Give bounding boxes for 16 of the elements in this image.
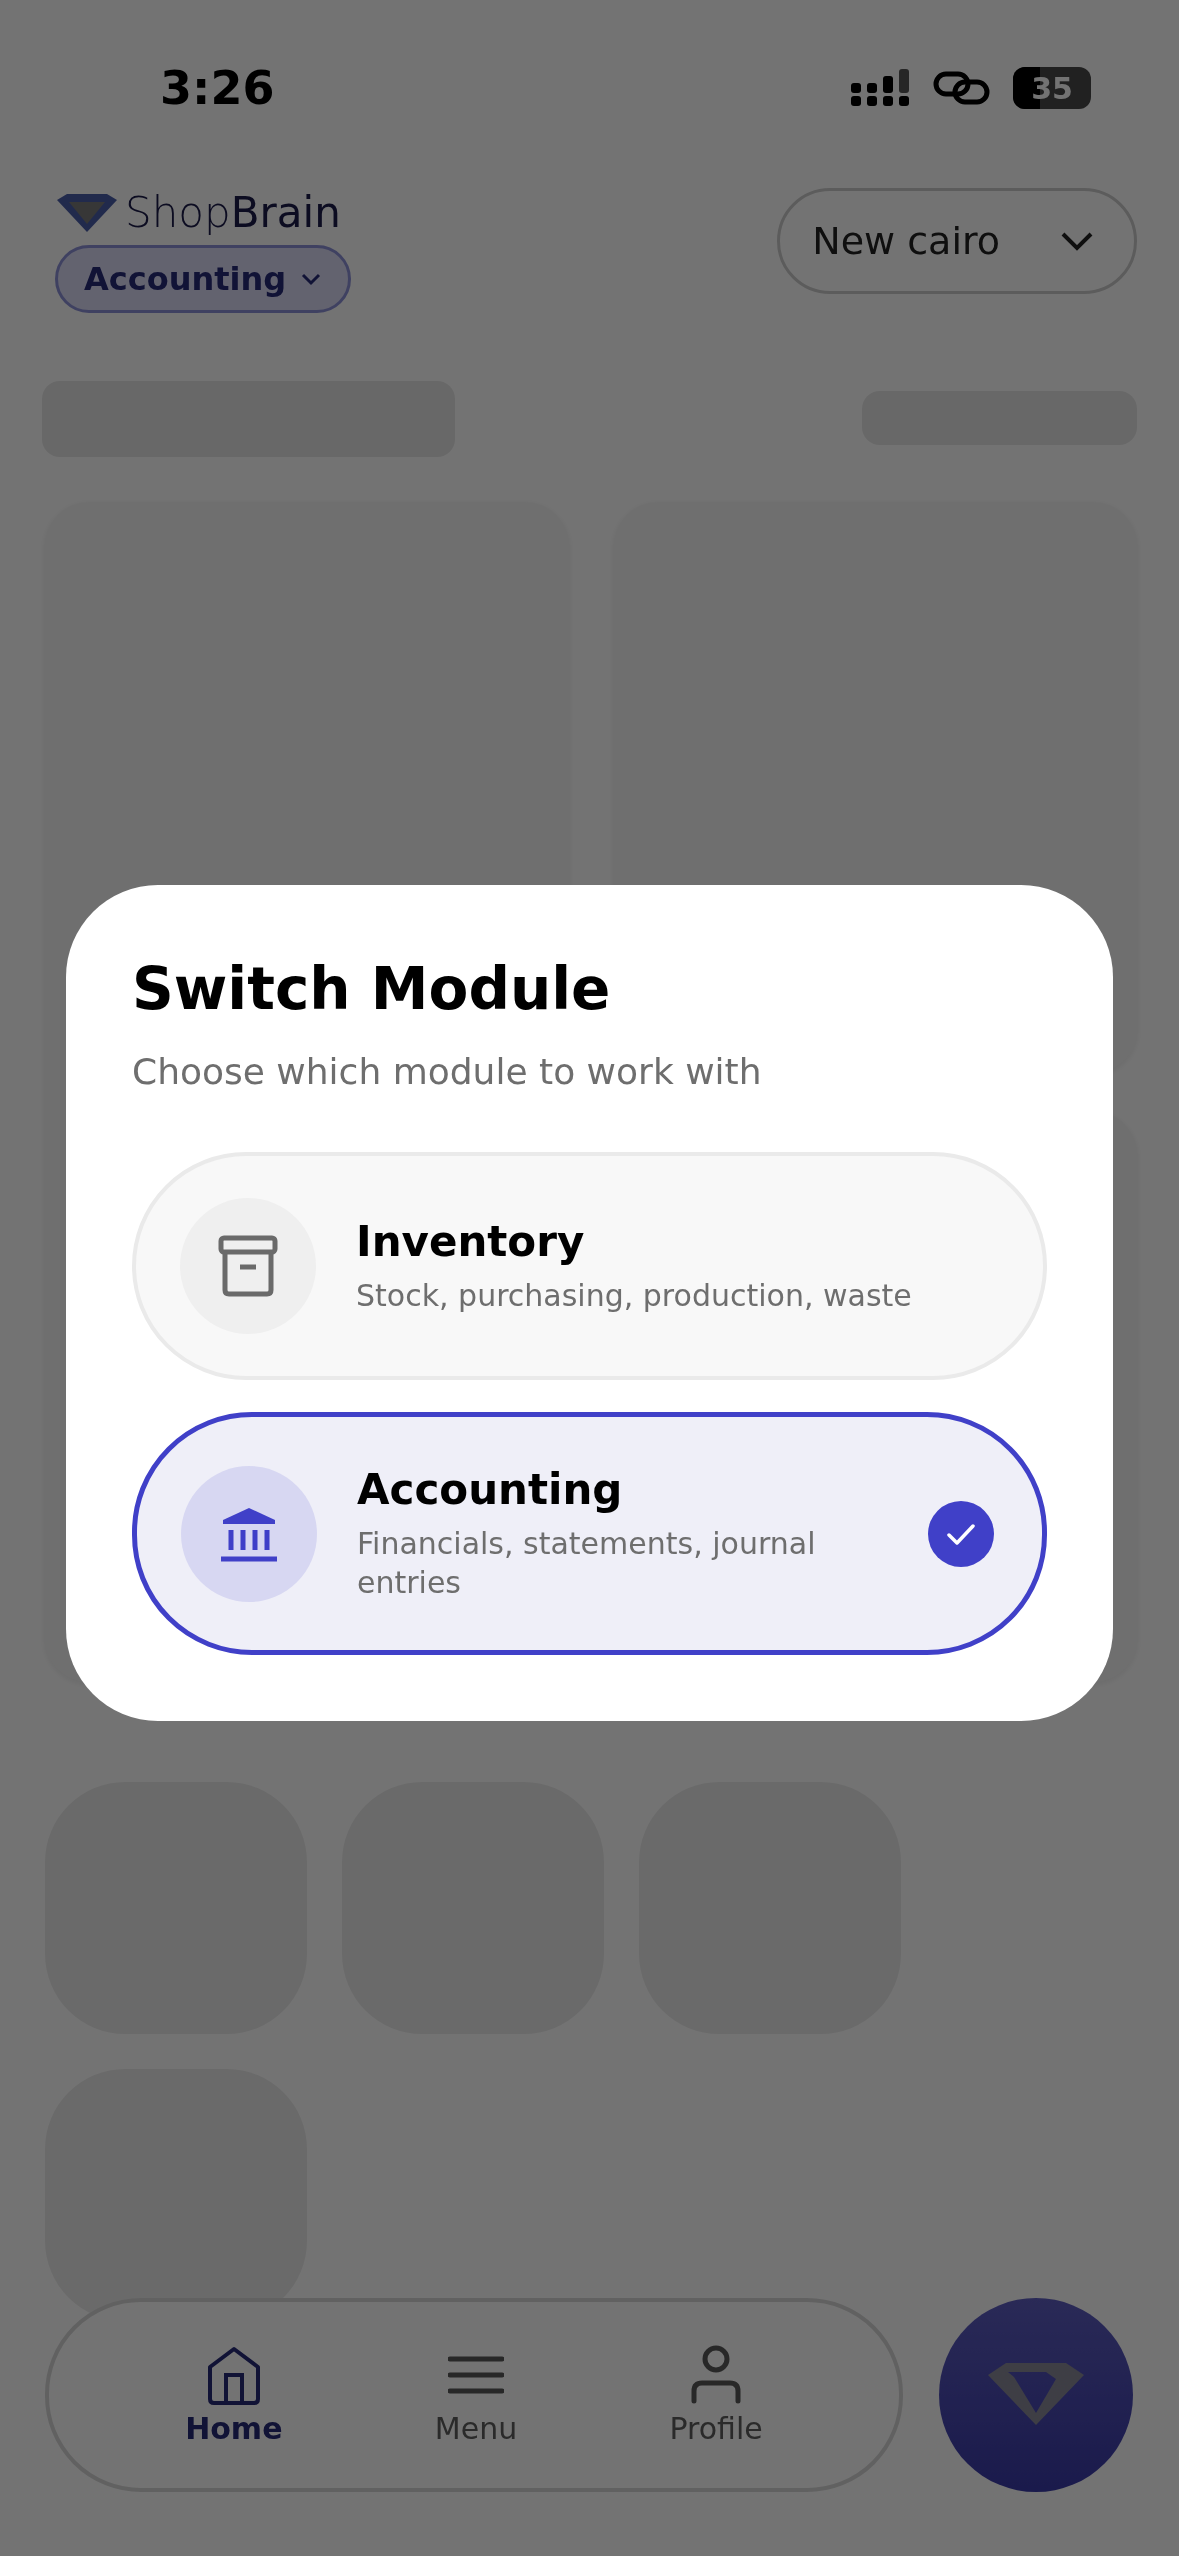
nav-tab[interactable]: Home — [179, 2343, 289, 2447]
app-logo: ShopBrain — [125, 188, 341, 237]
module-dropdown[interactable]: Accounting — [55, 245, 352, 313]
battery-indicator: 35 — [1013, 67, 1091, 109]
dialog-subtitle: Choose which module to work with — [132, 1051, 763, 1092]
dialog-title: Switch Module — [132, 955, 612, 1023]
status-time: 3:26 — [160, 61, 275, 115]
branch-dropdown[interactable]: New cairo — [777, 188, 1137, 294]
option-description: Financials, statements, journal entries — [357, 1525, 817, 1602]
nav-tab[interactable]: Menu — [428, 2343, 524, 2447]
nav-tab[interactable]: Profile — [663, 2343, 769, 2447]
module-option[interactable]: Inventory Stock, purchasing, production, waste — [132, 1152, 1047, 1380]
option-title: Inventory — [356, 1217, 586, 1266]
module-option[interactable]: Accounting Financials, statements, journal entries — [132, 1412, 1047, 1655]
option-description: Stock, purchasing, production, waste — [356, 1277, 913, 1315]
option-title: Accounting — [357, 1465, 624, 1514]
